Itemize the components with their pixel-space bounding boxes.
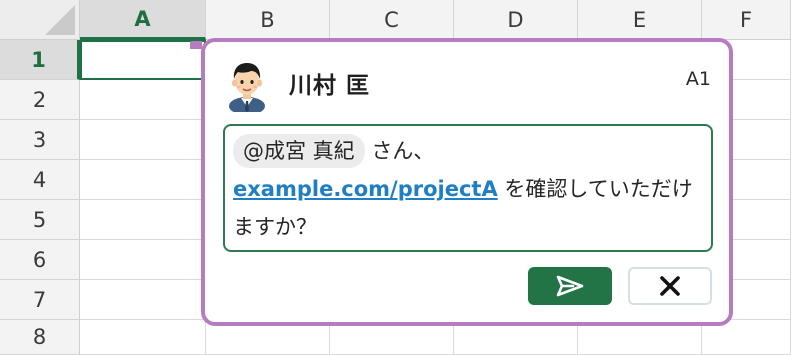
column-header-b[interactable]: B bbox=[206, 0, 330, 40]
cell-a8[interactable] bbox=[80, 320, 206, 355]
comment-author: 川村 匡 bbox=[289, 73, 371, 99]
row-header-2[interactable]: 2 bbox=[0, 80, 80, 120]
comment-text-field[interactable]: @成宮 真紀 さん、 example.com/projectA を確認していただ… bbox=[223, 124, 713, 252]
column-header-d[interactable]: D bbox=[454, 0, 578, 40]
mention-tag[interactable]: @成宮 真紀 bbox=[233, 134, 365, 168]
comment-cell-reference: A1 bbox=[685, 68, 711, 90]
cell-a7[interactable] bbox=[80, 280, 206, 320]
close-x-icon bbox=[660, 276, 680, 296]
row-header-5[interactable]: 5 bbox=[0, 200, 80, 240]
cancel-button[interactable] bbox=[628, 267, 712, 305]
column-header-a[interactable]: A bbox=[80, 0, 206, 40]
row-header-4[interactable]: 4 bbox=[0, 160, 80, 200]
row-header-7[interactable]: 7 bbox=[0, 280, 80, 320]
column-header-f[interactable]: F bbox=[702, 0, 791, 40]
row-header-8[interactable]: 8 bbox=[0, 320, 80, 355]
cell-a2[interactable] bbox=[80, 80, 206, 120]
comment-card: 川村 匡 A1 @成宮 真紀 さん、 example.com/projectA … bbox=[201, 38, 733, 326]
comment-indicator bbox=[190, 41, 202, 49]
select-all-triangle-icon bbox=[45, 5, 75, 35]
send-arrow-icon bbox=[556, 275, 584, 297]
row-header-3[interactable]: 3 bbox=[0, 120, 80, 160]
project-link[interactable]: example.com/projectA bbox=[233, 177, 498, 201]
row-header-6[interactable]: 6 bbox=[0, 240, 80, 280]
cell-a5[interactable] bbox=[80, 200, 206, 240]
send-button[interactable] bbox=[528, 267, 612, 305]
message-text-part-1: さん、 bbox=[364, 139, 435, 163]
select-all-corner[interactable] bbox=[0, 0, 80, 40]
cell-a4[interactable] bbox=[80, 160, 206, 200]
row-header-1[interactable]: 1 bbox=[0, 40, 80, 80]
user-avatar-icon bbox=[229, 63, 265, 112]
cell-a3[interactable] bbox=[80, 120, 206, 160]
cell-a6[interactable] bbox=[80, 240, 206, 280]
column-header-c[interactable]: C bbox=[330, 0, 454, 40]
selected-cell[interactable] bbox=[80, 40, 206, 80]
column-header-e[interactable]: E bbox=[578, 0, 702, 40]
